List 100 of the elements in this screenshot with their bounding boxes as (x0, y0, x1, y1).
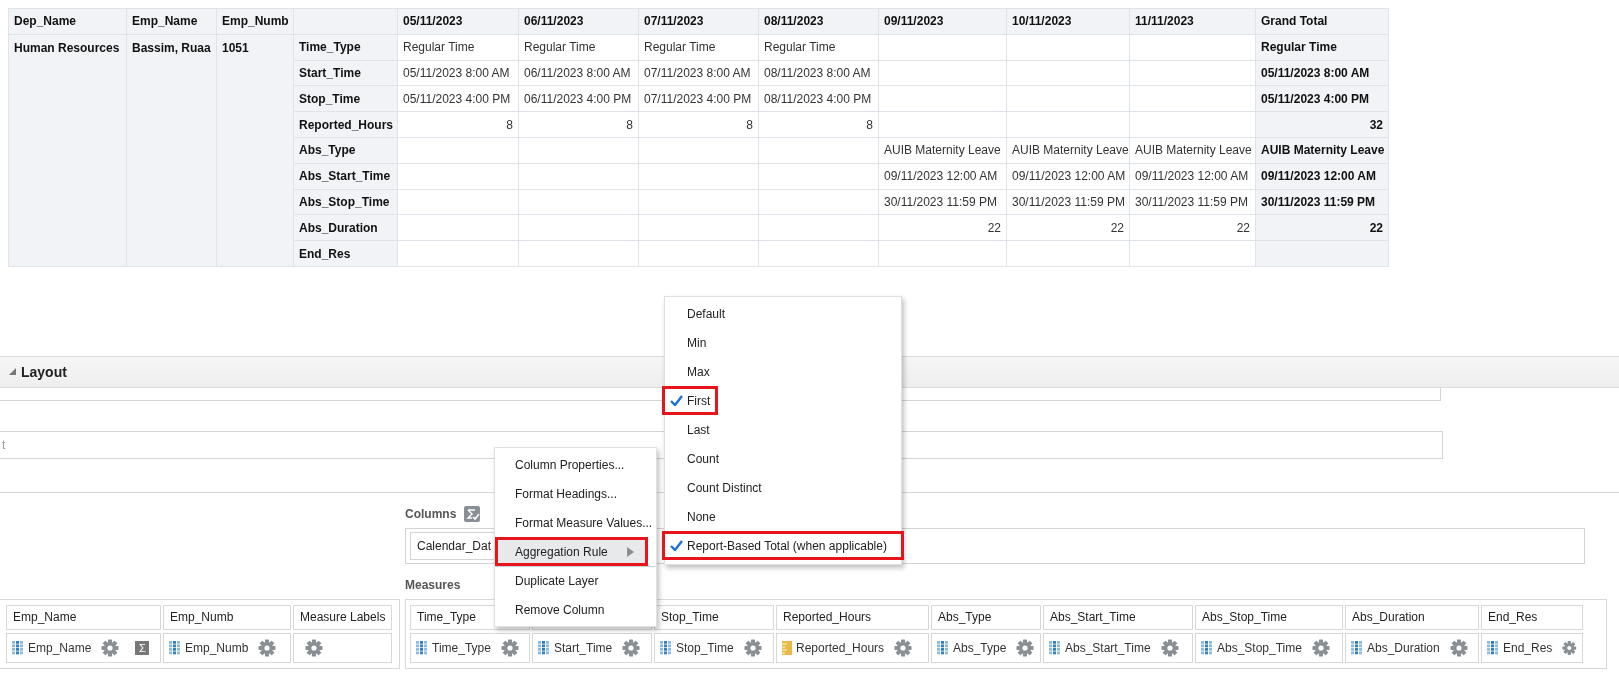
row-label: Abs_Stop_Time (293, 189, 398, 215)
expand-triangle-icon[interactable] (9, 368, 16, 376)
column-header[interactable]: 11/11/2023 (1129, 8, 1256, 35)
row-header-cell: Human Resources (8, 34, 127, 267)
menu-item[interactable]: Format Headings... (495, 479, 656, 508)
row-label: End_Res (293, 240, 398, 267)
column-grid-icon (937, 640, 949, 655)
table-cell: 05/11/2023 4:00 PM (397, 85, 519, 112)
column-header[interactable]: 05/11/2023 (397, 8, 519, 35)
column-header: Abs_Start_Time (1043, 604, 1193, 630)
column-grid-icon (1201, 640, 1213, 655)
table-cell: 30/11/2023 11:59 PM (1006, 189, 1130, 215)
total-cell: 05/11/2023 4:00 PM (1255, 85, 1389, 112)
column-name: Abs_Stop_Time (1217, 640, 1302, 655)
gear-icon[interactable] (622, 638, 641, 657)
column-item[interactable]: Stop_Time (654, 632, 774, 663)
menu-item[interactable]: Min (665, 328, 715, 357)
column-header[interactable]: Grand Total (1255, 8, 1389, 35)
column-header[interactable]: Dep_Name (8, 8, 127, 35)
column-item[interactable]: Abs_Duration (1345, 632, 1479, 663)
column-grid-icon (416, 640, 428, 655)
gear-icon[interactable] (894, 638, 913, 657)
column-header: Abs_Type (931, 604, 1041, 630)
column-header: Stop_Time (654, 604, 774, 630)
column-grid-icon (660, 640, 672, 655)
table-cell: 30/11/2023 11:59 PM (1129, 189, 1256, 215)
menu-item[interactable]: Duplicate Layer (495, 566, 656, 595)
table-cell: 07/11/2023 8:00 AM (638, 60, 759, 86)
column-item[interactable]: Start_Time (532, 632, 652, 663)
column-item[interactable]: Time_Type (410, 632, 530, 663)
table-cell: Regular Time (758, 34, 879, 61)
column-header: End_Res (1481, 604, 1583, 630)
menu-item[interactable]: Report-Based Total (when applicable) (662, 531, 904, 560)
row-label: Stop_Time (293, 85, 398, 112)
menu-item[interactable]: Count (665, 444, 728, 473)
gear-icon[interactable] (1449, 638, 1468, 657)
column-header[interactable]: 07/11/2023 (638, 8, 759, 35)
column-item[interactable] (293, 632, 392, 663)
total-cell: 05/11/2023 8:00 AM (1255, 60, 1389, 86)
menu-item[interactable]: Last (665, 415, 718, 444)
column-item[interactable]: Abs_Type (931, 632, 1041, 663)
column-name: Emp_Numb (185, 640, 249, 655)
table-cell: 09/11/2023 12:00 AM (1129, 163, 1256, 190)
column-header[interactable]: 09/11/2023 (878, 8, 1007, 35)
row-header-cell: Bassim, Ruaa (126, 34, 217, 267)
column-header[interactable]: 10/11/2023 (1006, 8, 1130, 35)
column-header: Emp_Name (6, 604, 161, 630)
table-cell: Regular Time (397, 34, 519, 61)
totals-button[interactable]: Σ (135, 640, 150, 655)
gear-icon[interactable] (258, 638, 277, 657)
column-item[interactable]: Reported_Hours (776, 632, 929, 663)
column-header[interactable]: Emp_Name (126, 8, 217, 35)
column-item[interactable]: Abs_Start_Time (1043, 632, 1193, 663)
table-cell: 07/11/2023 4:00 PM (638, 85, 759, 112)
menu-item[interactable]: Max (665, 357, 718, 386)
sigma-check-icon (464, 505, 481, 522)
column-name: Start_Time (554, 640, 613, 655)
menu-item[interactable]: First (662, 386, 719, 415)
column-item[interactable]: End_Res (1481, 632, 1583, 663)
table-cell: 09/11/2023 12:00 AM (878, 163, 1007, 190)
total-cell: 32 (1255, 111, 1389, 138)
gear-icon[interactable] (743, 638, 762, 657)
row-label: Abs_Start_Time (293, 163, 398, 190)
total-cell: 22 (1255, 214, 1389, 241)
row-label: Abs_Type (293, 137, 398, 164)
column-header[interactable]: Emp_Numb (216, 8, 294, 35)
column-name: Abs_Start_Time (1065, 640, 1151, 655)
total-cell: 30/11/2023 11:59 PM (1255, 189, 1389, 215)
gear-icon[interactable] (1562, 638, 1577, 657)
column-header[interactable]: 06/11/2023 (518, 8, 639, 35)
column-header[interactable]: 08/11/2023 (758, 8, 879, 35)
menu-item[interactable]: Count Distinct (665, 473, 770, 502)
table-cell: AUIB Maternity Leave (878, 137, 1007, 164)
column-name: Emp_Name (28, 640, 92, 655)
column-item[interactable]: Abs_Stop_Time (1195, 632, 1343, 663)
menu-item[interactable]: None (665, 502, 724, 531)
row-label: Start_Time (293, 60, 398, 86)
gear-icon[interactable] (305, 638, 323, 657)
gear-icon[interactable] (500, 638, 519, 657)
table-cell: 05/11/2023 8:00 AM (397, 60, 519, 86)
menu-item[interactable]: Default (665, 299, 734, 328)
column-name: Time_Type (432, 640, 491, 655)
column-item[interactable]: Emp_Numb (163, 632, 291, 663)
column-grid-icon (1487, 640, 1499, 655)
table-cell: 22 (1006, 214, 1130, 241)
menu-item[interactable]: Column Properties... (495, 450, 656, 479)
gear-icon[interactable] (1311, 638, 1330, 657)
table-cell: 8 (758, 111, 879, 138)
column-name: End_Res (1503, 640, 1553, 655)
gear-icon[interactable] (1160, 638, 1179, 657)
gear-icon[interactable] (1016, 638, 1035, 657)
column-header: Emp_Numb (163, 604, 291, 630)
column-name: Stop_Time (676, 640, 734, 655)
gear-icon[interactable] (101, 638, 120, 657)
column-name: Abs_Type (953, 640, 1007, 655)
column-item[interactable]: Emp_Name Σ (6, 632, 161, 663)
row-header-cell: 1051 (216, 34, 294, 267)
menu-item[interactable]: Aggregation Rule (495, 537, 648, 566)
submenu-arrow-icon (627, 547, 634, 557)
table-cell: 8 (397, 111, 519, 138)
